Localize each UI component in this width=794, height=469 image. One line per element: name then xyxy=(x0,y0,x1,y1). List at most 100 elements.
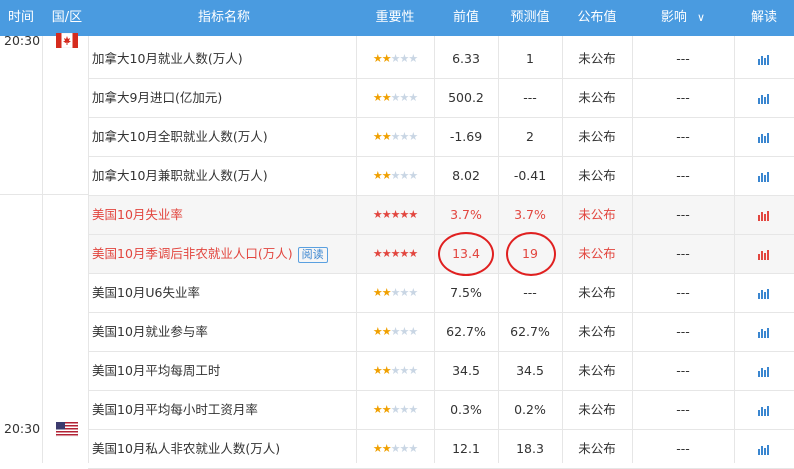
table-row[interactable]: 加拿大10月全职就业人数(万人) ★★★★★ -1.69 2 未公布 --- xyxy=(88,118,794,157)
actual-value: 未公布 xyxy=(578,246,616,261)
table-row[interactable]: 美国10月U6失业率 ★★★★★ 7.5% --- 未公布 --- xyxy=(88,274,794,313)
previous-value: -1.69 xyxy=(449,129,483,144)
indicator-name-text: 美国10月平均每小时工资月率 xyxy=(92,402,258,417)
importance-stars: ★★★★★ xyxy=(372,364,418,377)
impact-value: --- xyxy=(676,207,690,222)
previous-value: 34.5 xyxy=(452,363,480,378)
table-row[interactable]: 美国10月就业参与率 ★★★★★ 62.7% 62.7% 未公布 --- xyxy=(88,313,794,352)
forecast-value: 62.7% xyxy=(510,324,550,339)
chart-icon[interactable] xyxy=(734,79,794,117)
importance-stars: ★★★★★ xyxy=(372,403,418,416)
importance-stars: ★★★★★ xyxy=(372,247,418,260)
previous-value: 62.7% xyxy=(446,324,486,339)
table-row[interactable]: 美国10月失业率 ★★★★★ 3.7% 3.7% 未公布 --- xyxy=(88,196,794,235)
impact-value: --- xyxy=(676,285,690,300)
indicator-name[interactable]: 美国10月平均每周工时 xyxy=(88,352,356,390)
table-row[interactable]: 美国10月平均每周工时 ★★★★★ 34.5 34.5 未公布 --- xyxy=(88,352,794,391)
time-canada: 20:30 xyxy=(4,33,41,48)
header-time: 时间 xyxy=(7,10,34,25)
forecast-value: 1 xyxy=(526,51,534,66)
impact-value: --- xyxy=(676,441,690,456)
indicator-name[interactable]: 加拿大10月全职就业人数(万人) xyxy=(88,118,356,156)
highlight-circle-previous xyxy=(438,232,494,276)
actual-value: 未公布 xyxy=(578,363,616,378)
indicator-name-text: 加拿大10月兼职就业人数(万人) xyxy=(92,168,268,183)
table-row[interactable]: 美国10月私人非农就业人数(万人) ★★★★★ 12.1 18.3 未公布 --… xyxy=(88,430,794,469)
chart-icon[interactable] xyxy=(734,118,794,156)
time-us: 20:30 xyxy=(4,421,41,436)
header-actual: 公布值 xyxy=(577,10,617,25)
canada-flag-icon xyxy=(56,33,78,48)
actual-value: 未公布 xyxy=(578,51,616,66)
table-row[interactable]: 加拿大9月进口(亿加元) ★★★★★ 500.2 --- 未公布 --- xyxy=(88,79,794,118)
table-row[interactable]: 加拿大10月就业人数(万人) ★★★★★ 6.33 1 未公布 --- xyxy=(88,40,794,79)
header-forecast: 预测值 xyxy=(510,10,550,25)
indicator-name[interactable]: 美国10月失业率 xyxy=(88,196,356,234)
forecast-value: 3.7% xyxy=(514,207,546,222)
indicator-name[interactable]: 美国10月平均每小时工资月率 xyxy=(88,391,356,429)
header-previous: 前值 xyxy=(452,10,479,25)
table-header: 时间 国/区 指标名称 重要性 前值 预测值 公布值 影响 ∨ 解读 xyxy=(0,0,794,36)
impact-value: --- xyxy=(676,246,690,261)
previous-value: 12.1 xyxy=(452,441,480,456)
indicator-name[interactable]: 美国10月私人非农就业人数(万人) xyxy=(88,430,356,468)
indicator-name[interactable]: 加拿大9月进口(亿加元) xyxy=(88,79,356,117)
indicator-name[interactable]: 美国10月季调后非农就业人口(万人) 阅读 xyxy=(88,235,356,273)
chart-icon[interactable] xyxy=(734,352,794,390)
importance-stars: ★★★★★ xyxy=(372,325,418,338)
impact-value: --- xyxy=(676,402,690,417)
impact-value: --- xyxy=(676,168,690,183)
indicator-name-text: 美国10月失业率 xyxy=(92,207,183,222)
previous-value: 8.02 xyxy=(452,168,480,183)
read-badge[interactable]: 阅读 xyxy=(297,246,328,263)
impact-value: --- xyxy=(676,129,690,144)
header-country: 国/区 xyxy=(51,10,83,25)
actual-value: 未公布 xyxy=(578,285,616,300)
impact-value: --- xyxy=(676,51,690,66)
actual-value: 未公布 xyxy=(578,441,616,456)
indicator-name[interactable]: 美国10月U6失业率 xyxy=(88,274,356,312)
chevron-down-icon: ∨ xyxy=(697,11,706,24)
chart-icon[interactable] xyxy=(734,157,794,195)
chart-icon[interactable] xyxy=(734,313,794,351)
impact-value: --- xyxy=(676,363,690,378)
importance-stars: ★★★★★ xyxy=(372,91,418,104)
indicator-name[interactable]: 加拿大10月就业人数(万人) xyxy=(88,40,356,78)
previous-value: 3.7% xyxy=(450,207,482,222)
group-divider xyxy=(0,194,88,195)
forecast-value: -0.41 xyxy=(513,168,547,183)
actual-value: 未公布 xyxy=(578,90,616,105)
table-row[interactable]: 加拿大10月兼职就业人数(万人) ★★★★★ 8.02 -0.41 未公布 --… xyxy=(88,157,794,196)
header-impact-label: 影响 xyxy=(660,10,687,25)
importance-stars: ★★★★★ xyxy=(372,442,418,455)
indicator-name-text: 美国10月私人非农就业人数(万人) xyxy=(92,441,281,456)
previous-value: 6.33 xyxy=(452,51,480,66)
importance-stars: ★★★★★ xyxy=(372,208,418,221)
table-row[interactable]: 美国10月平均每小时工资月率 ★★★★★ 0.3% 0.2% 未公布 --- xyxy=(88,391,794,430)
forecast-value: --- xyxy=(523,90,537,105)
chart-icon[interactable] xyxy=(734,40,794,78)
importance-stars: ★★★★★ xyxy=(372,52,418,65)
chart-icon[interactable] xyxy=(734,196,794,234)
indicator-name-text: 美国10月平均每周工时 xyxy=(92,363,221,378)
chart-icon[interactable] xyxy=(734,235,794,273)
forecast-value: 34.5 xyxy=(516,363,544,378)
chart-icon[interactable] xyxy=(734,430,794,468)
indicator-name-text: 加拿大10月就业人数(万人) xyxy=(92,51,243,66)
forecast-value: 18.3 xyxy=(516,441,544,456)
header-impact-dropdown[interactable]: 影响 ∨ xyxy=(632,0,734,36)
header-interpret: 解读 xyxy=(750,10,777,25)
forecast-value: --- xyxy=(523,285,537,300)
actual-value: 未公布 xyxy=(578,207,616,222)
indicator-name[interactable]: 加拿大10月兼职就业人数(万人) xyxy=(88,157,356,195)
previous-value: 500.2 xyxy=(448,90,484,105)
forecast-value: 0.2% xyxy=(514,402,546,417)
indicator-name-text: 美国10月季调后非农就业人口(万人) xyxy=(92,246,293,261)
chart-icon[interactable] xyxy=(734,391,794,429)
importance-stars: ★★★★★ xyxy=(372,130,418,143)
indicator-name[interactable]: 美国10月就业参与率 xyxy=(88,313,356,351)
indicator-name-text: 美国10月U6失业率 xyxy=(92,285,201,300)
importance-stars: ★★★★★ xyxy=(372,286,418,299)
chart-icon[interactable] xyxy=(734,274,794,312)
us-flag-icon xyxy=(56,422,78,437)
